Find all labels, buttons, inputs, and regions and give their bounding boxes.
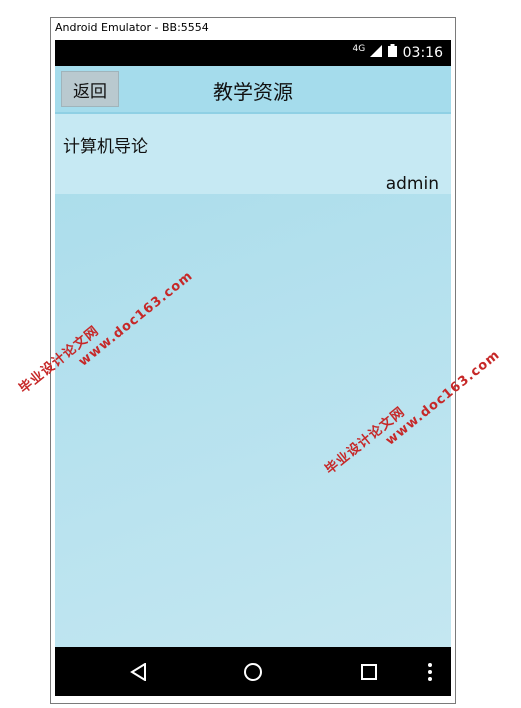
overflow-menu-icon[interactable] — [417, 659, 443, 685]
battery-icon — [387, 44, 397, 61]
page-title: 教学资源 — [213, 80, 293, 104]
resource-title: 计算机导论 — [63, 137, 148, 157]
status-bar: 4G 03:16 — [55, 40, 451, 66]
device-screen: 4G 03:16 返回 教学资源 计算机导论 admin — [55, 40, 451, 696]
home-circle-icon[interactable] — [240, 659, 266, 685]
resource-author: admin — [385, 174, 439, 194]
status-time: 03:16 — [402, 44, 443, 61]
resource-list: 计算机导论 admin — [55, 114, 451, 647]
signal-icon: 4G — [352, 44, 382, 61]
action-bar: 返回 教学资源 — [55, 66, 451, 114]
navigation-bar — [55, 647, 451, 696]
back-triangle-icon[interactable] — [126, 659, 152, 685]
status-icons: 4G 03:16 — [352, 44, 443, 61]
list-item[interactable]: 计算机导论 admin — [55, 114, 451, 194]
recents-square-icon[interactable] — [356, 659, 382, 685]
signal-label: 4G — [352, 44, 366, 55]
emulator-window-title: Android Emulator - BB:5554 — [55, 21, 209, 34]
